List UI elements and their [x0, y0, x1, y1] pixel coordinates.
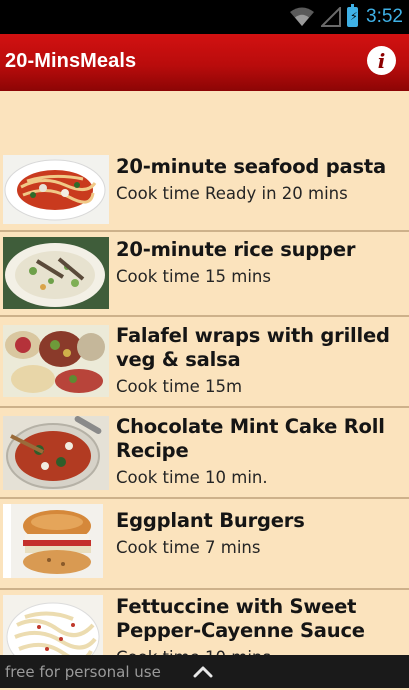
status-time: 3:52 — [366, 6, 403, 27]
recipe-title: Falafel wraps with grilled veg & salsa — [116, 324, 390, 371]
recipe-thumbnail — [3, 504, 103, 578]
info-icon: i — [377, 48, 386, 73]
recipe-thumbnail — [3, 237, 109, 309]
status-icons: ⚡ 3:52 — [289, 0, 403, 34]
battery-icon: ⚡ — [347, 4, 359, 27]
info-button[interactable]: i — [367, 46, 396, 75]
recipe-item-rice-supper[interactable]: 20-minute rice supper Cook time 15 mins — [0, 232, 409, 317]
recipe-cook-time: Cook time 15 mins — [116, 267, 271, 286]
app-bar: 20-MinsMeals i — [0, 34, 409, 91]
chevron-up-icon[interactable] — [193, 664, 213, 678]
recipe-cook-time: Cook time Ready in 20 mins — [116, 184, 348, 203]
recipe-item-seafood-pasta[interactable]: 20-minute seafood pasta Cook time Ready … — [0, 150, 409, 232]
recipe-cook-time: Cook time 15m — [116, 377, 243, 396]
status-bar: ⚡ 3:52 — [0, 0, 409, 34]
recipe-title: 20-minute rice supper — [116, 238, 356, 261]
wifi-icon — [290, 7, 315, 26]
recipe-thumbnail — [3, 155, 109, 224]
signal-icon — [321, 7, 342, 27]
recipe-item-falafel-wraps[interactable]: Falafel wraps with grilled veg & salsa C… — [0, 317, 409, 408]
recipe-title: Eggplant Burgers — [116, 509, 305, 532]
recipe-cook-time: Cook time 10 min. — [116, 468, 268, 487]
bottom-bar: free for personal use — [0, 655, 409, 688]
recipe-title: Chocolate Mint Cake Roll Recipe — [116, 415, 385, 462]
recipe-cook-time: Cook time 7 mins — [116, 538, 261, 557]
app-title: 20-MinsMeals — [5, 50, 137, 72]
recipe-thumbnail — [3, 325, 109, 397]
recipe-title: 20-minute seafood pasta — [116, 155, 386, 178]
recipe-title: Fettuccine with Sweet Pepper-Cayenne Sau… — [116, 595, 365, 642]
footer-text: free for personal use — [5, 663, 161, 681]
recipe-item-chocolate-mint-cake-roll[interactable]: Chocolate Mint Cake Roll Recipe Cook tim… — [0, 408, 409, 499]
recipe-thumbnail — [3, 416, 109, 490]
recipe-item-eggplant-burgers[interactable]: Eggplant Burgers Cook time 7 mins — [0, 499, 409, 590]
